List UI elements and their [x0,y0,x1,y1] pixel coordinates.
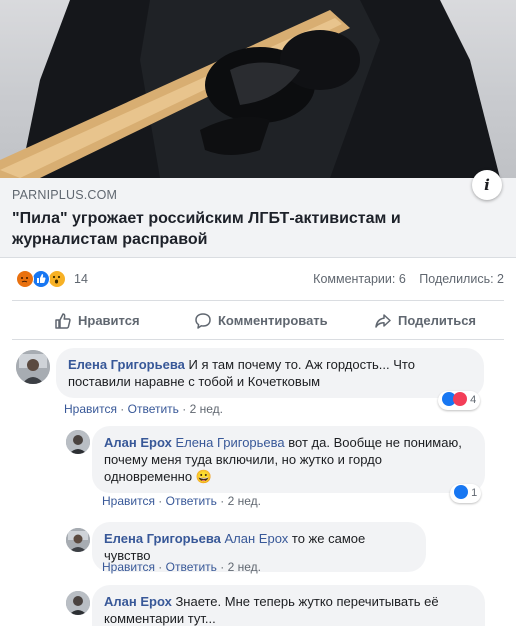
comment-author[interactable]: Елена Григорьева [68,357,185,372]
comment-bubble: Алан Ерох Елена Григорьева вот да. Вообщ… [92,426,485,493]
avatar[interactable] [66,591,90,615]
emoji-smile: 😀 [195,469,212,484]
link-headline[interactable]: "Пила" угрожает российским ЛГБТ-активист… [12,208,452,250]
shares-count[interactable]: Поделились: 2 [419,272,504,286]
separator: · [158,560,163,574]
like-reaction-icon [32,270,50,288]
article-image[interactable] [0,0,516,178]
comment-reply-link[interactable]: Ответить [166,560,217,574]
wow-reaction-icon [48,270,66,288]
comment-meta: Нравится · Ответить · 2 нед. [102,494,261,508]
separator: · [182,402,187,416]
avatar[interactable] [66,528,90,552]
comment-label: Комментировать [218,313,328,328]
love-reaction-icon [453,392,467,407]
action-bar: Нравится Комментировать Поделиться [12,300,504,340]
info-button[interactable]: i [472,170,502,200]
comment-reply-link[interactable]: Ответить [166,494,217,508]
separator: · [120,402,125,416]
comment-text-line2: почему меня туда включили, но жутко и го… [104,452,382,467]
comments-count[interactable]: Комментарии: 6 [313,272,406,286]
comment-bubble: Алан Ерох Знаете. Мне теперь жутко переч… [92,585,485,626]
comment-meta: Нравится · Ответить · 2 нед. [64,402,223,416]
share-arrow-icon [375,314,391,328]
comment-time[interactable]: 2 нед. [228,494,261,508]
stats-right: Комментарии: 6 Поделились: 2 [303,272,504,286]
comment-text-line1: Знаете. Мне теперь жутко перечитывать её [175,594,439,609]
avatar[interactable] [16,350,50,384]
comment-text-line2: комментарии тут... [104,611,216,626]
comment-text-line1: вот да. Вообще не понимаю, [288,435,462,450]
comment-text-line3: одновременно [104,469,193,484]
comment-text-line1: И я там почему то. Аж гордость... Что [188,357,415,372]
comment-author[interactable]: Алан Ерох [104,435,172,450]
comment-like-link[interactable]: Нравится [64,402,117,416]
reaction-count[interactable]: 14 [74,272,88,286]
article-photo [0,0,500,178]
comment-time[interactable]: 2 нед. [190,402,223,416]
comment-like-link[interactable]: Нравится [102,494,155,508]
comment-like-link[interactable]: Нравится [102,560,155,574]
comment-reactions[interactable]: 1 [450,484,482,503]
comment-author[interactable]: Алан Ерох [104,594,172,609]
thumbs-up-icon [55,313,71,329]
like-button[interactable]: Нравится [54,301,140,341]
comment-mention[interactable]: Елена Григорьева [175,435,284,450]
comment-reaction-count: 4 [470,394,477,406]
comment-button[interactable]: Комментировать [194,301,328,341]
share-button[interactable]: Поделиться [374,301,476,341]
link-domain: PARNIPLUS.COM [12,188,118,202]
comment-bubble: Елена Григорьева И я там почему то. Аж г… [56,348,484,398]
comment-icon [195,313,211,329]
angry-reaction-icon [16,270,34,288]
comment-text-line2: поставили наравне с тобой и Кочетковым [68,374,321,389]
comment-author[interactable]: Елена Григорьева [104,531,221,546]
separator: · [220,560,225,574]
separator: · [220,494,225,508]
comment-time[interactable]: 2 нед. [228,560,261,574]
link-preview[interactable]: i PARNIPLUS.COM "Пила" угрожает российск… [0,170,516,258]
comment-reply-link[interactable]: Ответить [128,402,179,416]
separator: · [158,494,163,508]
post-stats: 14 Комментарии: 6 Поделились: 2 [0,262,516,296]
avatar[interactable] [66,430,90,454]
comment-reactions[interactable]: 4 [438,391,481,410]
like-reaction-icon [454,485,468,500]
comment-mention[interactable]: Алан Ерох [225,531,289,546]
comment-meta: Нравится · Ответить · 2 нед. [102,560,261,574]
comment-reaction-count: 1 [471,487,478,499]
